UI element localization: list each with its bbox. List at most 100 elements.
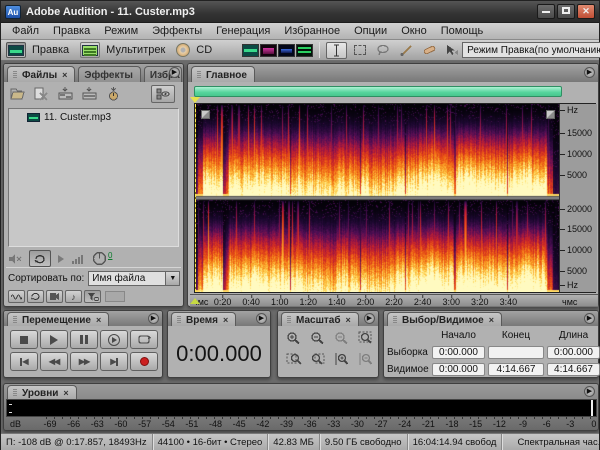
cd-icon[interactable]	[176, 43, 190, 57]
menu-item[interactable]: Опции	[347, 24, 394, 38]
selection-handle-left[interactable]	[201, 110, 210, 119]
go-to-beginning-button[interactable]: ◀	[10, 352, 38, 371]
panel-menu-button[interactable]: ▶	[584, 386, 595, 397]
view-start-field[interactable]: 0:00.000	[432, 363, 485, 376]
tab-close-icon[interactable]: ×	[63, 388, 68, 398]
import-file-button[interactable]	[8, 85, 26, 102]
file-list-item[interactable]: 11. Custer.mp3	[9, 109, 178, 123]
tab-close-icon[interactable]: ×	[62, 70, 67, 80]
maximize-button[interactable]	[557, 4, 575, 19]
filter-options-button[interactable]	[84, 290, 101, 303]
stop-button[interactable]	[10, 330, 38, 349]
insert-into-multitrack-button[interactable]	[56, 85, 74, 102]
lasso-selection-tool[interactable]	[372, 42, 393, 59]
marquee-selection-tool[interactable]	[349, 42, 370, 59]
spectral-phase-display-button[interactable]	[296, 44, 313, 57]
multitrack-view-button[interactable]	[80, 42, 100, 58]
minimize-button[interactable]	[537, 4, 555, 19]
selection-end-field[interactable]	[488, 346, 544, 359]
show-loop-files-button[interactable]	[27, 290, 44, 303]
tab-levels[interactable]: Уровни×	[7, 385, 77, 399]
play-from-cursor-button[interactable]	[100, 330, 128, 349]
waveform-display-button[interactable]	[242, 44, 259, 57]
play-looped-button[interactable]	[130, 330, 158, 349]
edit-view-button[interactable]	[6, 42, 26, 58]
panel-menu-button[interactable]: ▶	[584, 67, 595, 78]
menu-item[interactable]: Окно	[394, 24, 434, 38]
go-to-end-button[interactable]: ▶	[100, 352, 128, 371]
horizontal-scrollbar[interactable]	[194, 86, 562, 97]
tab-zoom[interactable]: Масштаб×	[281, 312, 359, 326]
tab-selection-view[interactable]: Выбор/Видимое×	[387, 312, 502, 326]
preview-volume-knob[interactable]: 0	[92, 251, 112, 266]
panel-menu-button[interactable]: ▶	[364, 313, 375, 324]
pause-button[interactable]	[70, 330, 98, 349]
panel-menu-button[interactable]: ▶	[584, 313, 595, 324]
tab-close-icon[interactable]: ×	[346, 315, 351, 325]
menu-item[interactable]: Помощь	[434, 24, 491, 38]
spectral-display[interactable]: Hz 15000100005000 2000015000100005000 Hz	[194, 103, 596, 293]
zoom-out-vertical-button[interactable]	[356, 351, 376, 367]
zoom-left-edge-button[interactable]	[284, 351, 304, 367]
menu-item[interactable]: Эффекты	[145, 24, 209, 38]
tab-effects[interactable]: Эффекты	[78, 66, 141, 82]
mode-dropdown[interactable]: Режим Правка(по умолчанию) ▼	[462, 42, 600, 58]
tab-close-icon[interactable]: ×	[96, 315, 101, 325]
loop-preview-button[interactable]	[29, 250, 51, 267]
selection-start-field[interactable]: 0:00.000	[432, 346, 485, 359]
effects-paintbrush-tool[interactable]	[395, 42, 416, 59]
spectral-pan-display-button[interactable]	[278, 44, 295, 57]
menu-item[interactable]: Избранное	[277, 24, 347, 38]
fast-forward-button[interactable]: ▶▶	[70, 352, 98, 371]
tab-main[interactable]: Главное	[191, 66, 255, 82]
close-button[interactable]: ✕	[577, 4, 595, 19]
play-preview-icon[interactable]	[58, 255, 64, 263]
zoom-right-edge-button[interactable]	[308, 351, 328, 367]
menu-item[interactable]: Генерация	[209, 24, 277, 38]
show-midi-files-button[interactable]: ♪	[65, 290, 82, 303]
insert-into-cd-button[interactable]	[80, 85, 98, 102]
zoom-out-button[interactable]	[308, 330, 328, 346]
edit-file-button[interactable]	[104, 85, 122, 102]
record-button[interactable]	[130, 352, 158, 371]
tab-close-icon[interactable]: ×	[223, 315, 228, 325]
time-display[interactable]: 0:00.000	[168, 341, 270, 367]
view-end-field[interactable]: 4:14.667	[488, 363, 544, 376]
volume-bars-icon[interactable]	[71, 253, 85, 264]
zoom-in-vertical-button[interactable]	[332, 351, 352, 367]
time-ruler[interactable]: чмс 0:200:401:001:201:402:002:202:403:00…	[190, 294, 598, 307]
panel-menu-button[interactable]: ▶	[148, 313, 159, 324]
sort-dropdown[interactable]: Имя файла ▼	[88, 271, 180, 286]
scrub-tool[interactable]	[441, 42, 462, 59]
view-length-field[interactable]: 4:14.667	[547, 363, 600, 376]
zoom-in-button[interactable]	[284, 330, 304, 346]
selection-length-field[interactable]: 0:00.000	[547, 346, 600, 359]
playhead-marker-bottom[interactable]	[190, 298, 200, 304]
frequency-ruler[interactable]: Hz 15000100005000 2000015000100005000 Hz	[559, 104, 597, 292]
time-selection-tool[interactable]	[326, 42, 347, 59]
spot-healing-tool[interactable]	[418, 42, 439, 59]
rewind-button[interactable]: ◀◀	[40, 352, 68, 371]
dropdown-arrow-icon[interactable]: ▼	[165, 272, 179, 285]
menu-item[interactable]: Файл	[5, 24, 46, 38]
spectrogram-canvas[interactable]	[195, 104, 559, 292]
zoom-to-selection-button[interactable]	[356, 330, 376, 346]
zoom-out-full-button[interactable]	[332, 330, 352, 346]
show-video-files-button[interactable]	[46, 290, 63, 303]
show-audio-files-button[interactable]	[8, 290, 25, 303]
tab-transport[interactable]: Перемещение×	[7, 312, 109, 326]
play-button[interactable]	[40, 330, 68, 349]
menu-item[interactable]: Режим	[97, 24, 145, 38]
selection-handle-right[interactable]	[546, 110, 555, 119]
tab-time[interactable]: Время×	[171, 312, 236, 326]
tab-close-icon[interactable]: ×	[489, 315, 494, 325]
tab-files[interactable]: Файлы×	[7, 66, 75, 82]
spectral-display-button[interactable]	[260, 44, 277, 57]
mute-preview-icon[interactable]	[8, 253, 22, 265]
panel-menu-button[interactable]: ▶	[256, 313, 267, 324]
show-options-toggle[interactable]	[151, 85, 175, 103]
level-meter[interactable]	[6, 399, 597, 417]
close-file-button[interactable]	[32, 85, 50, 102]
panel-menu-button[interactable]: ▶	[169, 67, 180, 78]
menu-item[interactable]: Правка	[46, 24, 97, 38]
